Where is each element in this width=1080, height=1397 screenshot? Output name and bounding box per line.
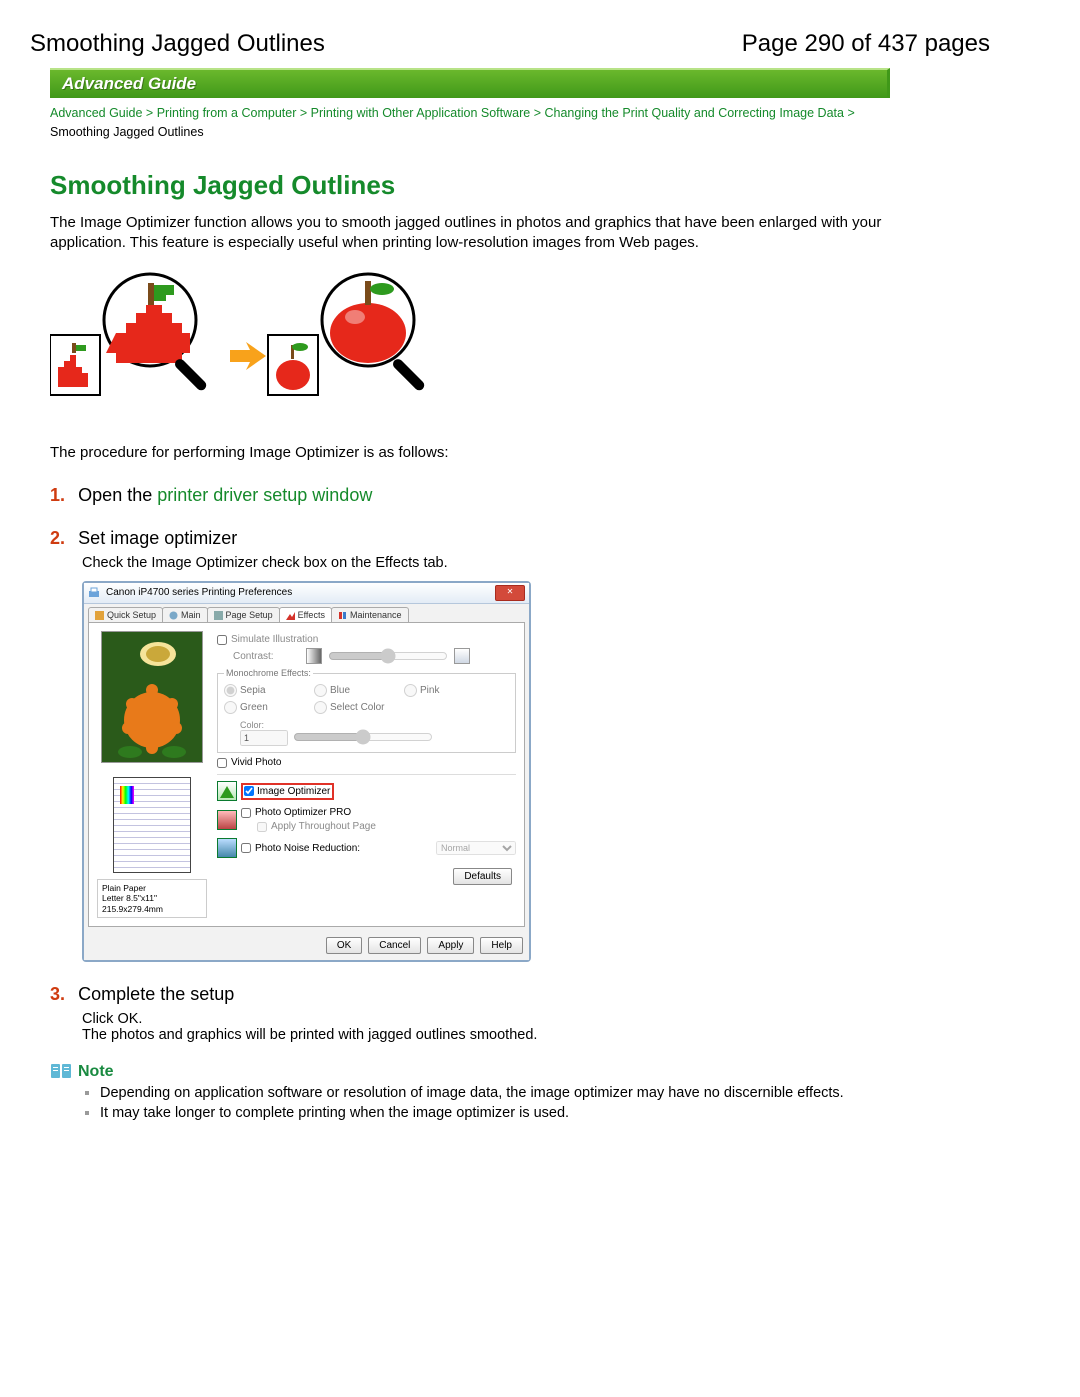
image-optimizer-checkbox[interactable] bbox=[244, 786, 254, 796]
tab-page-setup[interactable]: Page Setup bbox=[207, 607, 280, 622]
contrast-save-icon bbox=[454, 648, 470, 664]
noise-reduction-label: Photo Noise Reduction: bbox=[255, 843, 360, 854]
crumb-link-2[interactable]: Printing with Other Application Software bbox=[311, 106, 531, 120]
noise-reduction-checkbox[interactable] bbox=[241, 843, 251, 853]
printer-icon bbox=[88, 587, 100, 599]
dialog-title: Canon iP4700 series Printing Preferences bbox=[106, 583, 292, 603]
doc-preview bbox=[113, 777, 191, 873]
contrast-slider bbox=[328, 652, 448, 660]
heading: Smoothing Jagged Outlines bbox=[50, 170, 890, 201]
help-button[interactable]: Help bbox=[480, 937, 523, 954]
contrast-gradient-icon bbox=[306, 648, 322, 664]
page-title: Smoothing Jagged Outlines bbox=[30, 30, 325, 58]
color-value-input bbox=[240, 730, 288, 746]
note-item-0: Depending on application software or res… bbox=[100, 1085, 890, 1101]
illustration bbox=[50, 265, 890, 425]
procedure-lead: The procedure for performing Image Optim… bbox=[50, 443, 890, 463]
cancel-button[interactable]: Cancel bbox=[368, 937, 421, 954]
contrast-label: Contrast: bbox=[233, 651, 274, 662]
preview-photo bbox=[101, 631, 203, 763]
tab-quick-setup[interactable]: Quick Setup bbox=[88, 607, 163, 622]
step-1-number: 1. bbox=[50, 485, 74, 506]
defaults-button[interactable]: Defaults bbox=[453, 868, 512, 885]
tab-maintenance[interactable]: Maintenance bbox=[331, 607, 409, 622]
radio-blue bbox=[314, 684, 327, 697]
crumb-link-0[interactable]: Advanced Guide bbox=[50, 106, 142, 120]
photo-optimizer-checkbox[interactable] bbox=[241, 808, 251, 818]
noise-reduction-select: Normal bbox=[436, 841, 516, 855]
simulate-illustration-checkbox[interactable] bbox=[217, 635, 227, 645]
step-1-prefix: Open the bbox=[78, 485, 157, 505]
banner: Advanced Guide bbox=[50, 68, 890, 98]
monochrome-fieldset: Monochrome Effects: Sepia Blue Pink Gree… bbox=[217, 668, 516, 753]
note-icon bbox=[50, 1063, 72, 1081]
image-optimizer-highlight: Image Optimizer bbox=[241, 783, 334, 800]
step-3-title: Complete the setup bbox=[78, 984, 234, 1004]
media-type: Plain Paper bbox=[102, 883, 202, 893]
note-label: Note bbox=[78, 1063, 114, 1081]
tab-main[interactable]: Main bbox=[162, 607, 208, 622]
color-label: Color: bbox=[240, 720, 264, 730]
radio-green bbox=[224, 701, 237, 714]
step-3-body2: The photos and graphics will be printed … bbox=[82, 1027, 890, 1043]
crumb-link-3[interactable]: Changing the Print Quality and Correctin… bbox=[544, 106, 843, 120]
note-item-1: It may take longer to complete printing … bbox=[100, 1105, 890, 1121]
apply-throughout-checkbox bbox=[257, 822, 267, 832]
media-size: Letter 8.5"x11" 215.9x279.4mm bbox=[102, 893, 202, 913]
step-3-body1: Click OK. bbox=[82, 1011, 890, 1027]
image-optimizer-label: Image Optimizer bbox=[257, 786, 330, 797]
radio-pink bbox=[404, 684, 417, 697]
breadcrumb: Advanced Guide > Printing from a Compute… bbox=[50, 104, 890, 142]
step-2: 2. Set image optimizer bbox=[50, 528, 890, 549]
step-2-body: Check the Image Optimizer check box on t… bbox=[82, 555, 890, 571]
close-button[interactable]: ✕ bbox=[495, 585, 525, 601]
photo-optimizer-label: Photo Optimizer PRO bbox=[255, 807, 351, 818]
step-3-number: 3. bbox=[50, 984, 74, 1005]
apply-throughout-label: Apply Throughout Page bbox=[271, 821, 376, 832]
crumb-current: Smoothing Jagged Outlines bbox=[50, 125, 204, 139]
simulate-illustration-label: Simulate Illustration bbox=[231, 634, 318, 645]
noise-reduction-icon bbox=[217, 838, 237, 858]
apply-button[interactable]: Apply bbox=[427, 937, 474, 954]
vivid-photo-label: Vivid Photo bbox=[231, 757, 281, 768]
printer-driver-setup-link[interactable]: printer driver setup window bbox=[157, 485, 372, 505]
ok-button[interactable]: OK bbox=[326, 937, 362, 954]
vivid-photo-checkbox[interactable] bbox=[217, 758, 227, 768]
step-2-number: 2. bbox=[50, 528, 74, 549]
radio-select-color bbox=[314, 701, 327, 714]
crumb-sep: > bbox=[146, 106, 153, 120]
tab-effects[interactable]: Effects bbox=[279, 607, 332, 622]
step-3: 3. Complete the setup bbox=[50, 984, 890, 1005]
intro-text: The Image Optimizer function allows you … bbox=[50, 213, 890, 254]
page-counter: Page 290 of 437 pages bbox=[742, 30, 990, 58]
step-1: 1. Open the printer driver setup window bbox=[50, 485, 890, 506]
image-optimizer-icon bbox=[217, 781, 237, 801]
color-slider bbox=[293, 733, 433, 741]
photo-optimizer-icon bbox=[217, 810, 237, 830]
print-prefs-dialog: Canon iP4700 series Printing Preferences… bbox=[82, 581, 531, 962]
crumb-link-1[interactable]: Printing from a Computer bbox=[157, 106, 297, 120]
radio-sepia bbox=[224, 684, 237, 697]
step-2-title: Set image optimizer bbox=[78, 528, 237, 548]
monochrome-legend: Monochrome Effects: bbox=[224, 668, 313, 678]
